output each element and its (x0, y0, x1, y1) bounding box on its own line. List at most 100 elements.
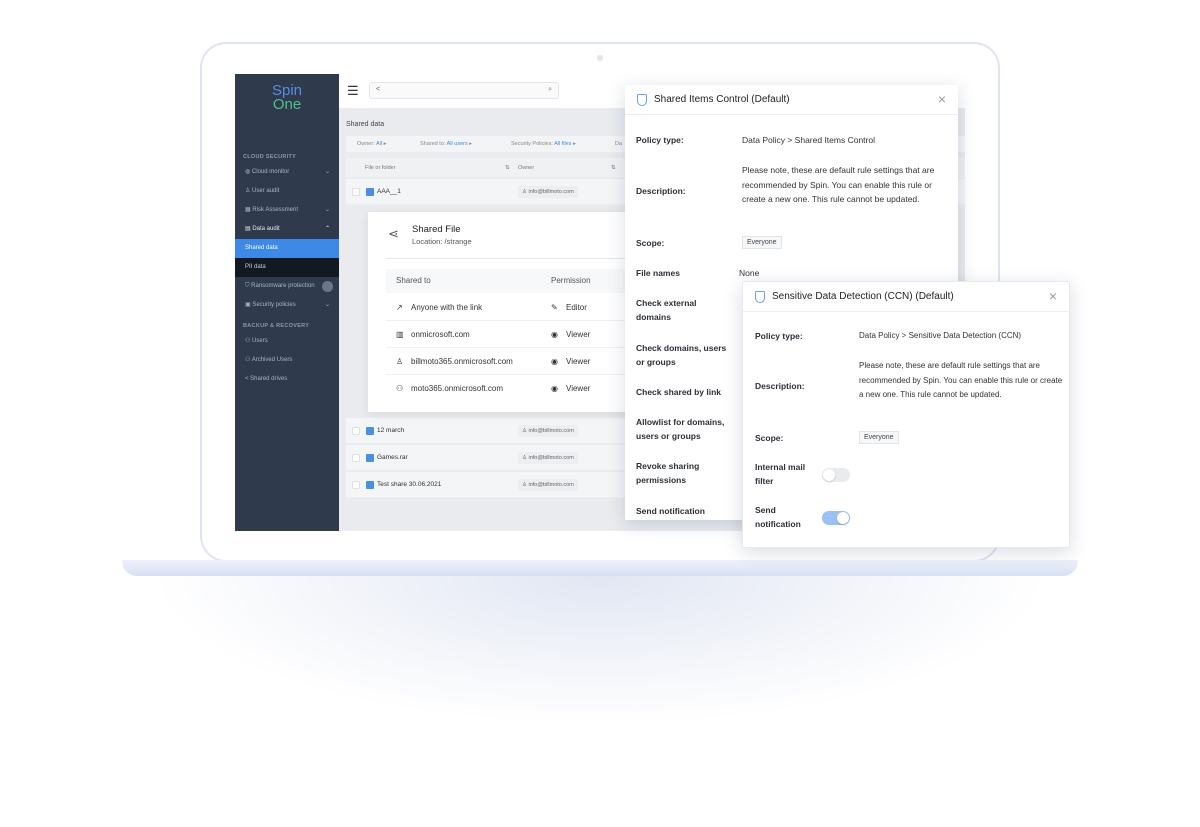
permission[interactable]: Viewer (566, 321, 590, 348)
allowlist-label: Allowlist for domains, users or groups (636, 417, 725, 441)
sidebar-item-user-audit[interactable]: ♙ User audit (235, 182, 339, 201)
check-domains-users-groups-label: Check domains, users or groups (636, 343, 727, 367)
row-checkbox[interactable] (352, 427, 360, 435)
label: Data audit (252, 226, 280, 232)
file-names-label: File names (636, 268, 680, 278)
shared-file-title: Shared File (412, 224, 461, 235)
file-name[interactable]: Test share 30.06.2021 (377, 472, 441, 498)
send-notification-label: Send notification (636, 506, 705, 516)
column-shared-to: Shared to (396, 276, 431, 285)
owner-email: info@billmoto.com (528, 482, 574, 488)
eye-icon: ◉ (551, 384, 558, 393)
share-row[interactable]: ⚇ moto365.onmicrosoft.com ◉ Viewer (386, 375, 636, 402)
sidebar-item-risk-assessment[interactable]: ▦ Risk Assessment ⌄ (235, 201, 339, 220)
sidebar-item-pii-data[interactable]: PII data (235, 258, 339, 277)
logo[interactable]: Spin One (235, 83, 339, 112)
owner-chip: ♙ info@billmoto.com (518, 425, 578, 437)
file-name[interactable]: AAA__1 (377, 179, 401, 205)
permission[interactable]: Viewer (566, 348, 590, 375)
sidebar-item-cloud-monitor[interactable]: ◍ Cloud monitor ⌄ (235, 163, 339, 182)
share-filter-icon[interactable]: < (376, 86, 380, 93)
description-value: Please note, these are default rule sett… (859, 361, 1063, 399)
description-label: Description: (755, 381, 805, 391)
sidebar-item-shared-drives[interactable]: < Shared drives (235, 370, 339, 389)
description-value: Please note, these are default rule sett… (742, 165, 935, 204)
policy-type-label: Policy type: (636, 135, 684, 145)
user-icon: ♙ (396, 357, 404, 366)
column-file[interactable]: File or folder (365, 158, 396, 178)
internal-mail-filter-label: Internal mail filter (755, 462, 806, 486)
filter-label: Shared to: (420, 141, 446, 147)
group-icon: ⚇ (396, 384, 404, 393)
filter-date[interactable]: Da (615, 136, 622, 152)
file-icon (366, 481, 374, 489)
sidebar-item-security-policies[interactable]: ▣ Security policies ⌄ (235, 296, 339, 315)
label: Security policies (252, 302, 296, 308)
file-name[interactable]: Games.rar (377, 445, 408, 471)
sort-icon[interactable]: ⇅ (611, 158, 616, 178)
row-checkbox[interactable] (352, 481, 360, 489)
owner-chip: ♙ info@billmoto.com (518, 479, 578, 491)
sidebar: Spin One CLOUD SECURITY ◍ Cloud monitor ⌄ … (235, 74, 339, 531)
search-icon[interactable]: ⌕ (548, 86, 552, 94)
page-title: Shared data (346, 121, 385, 128)
sensitive-data-detection-modal: Sensitive Data Detection (CCN) (Default)… (742, 281, 1070, 548)
owner-chip: ♙ info@billmoto.com (518, 186, 578, 198)
internal-mail-filter-toggle[interactable] (822, 468, 850, 482)
column-permission: Permission (551, 276, 591, 285)
label: Risk Assessment (252, 207, 299, 213)
owner-chip: ♙ info@billmoto.com (518, 452, 578, 464)
share-target: onmicrosoft.com (411, 330, 470, 339)
owner-email: info@billmoto.com (528, 428, 574, 434)
badge (322, 281, 333, 292)
share-target: billmoto365.onmicrosoft.com (411, 357, 513, 366)
filter-value: All users (446, 141, 468, 147)
sidebar-item-ransomware-protection[interactable]: ⛉ Ransomware protection (235, 277, 339, 296)
policy-type-value: Data Policy > Shared Items Control (742, 135, 875, 145)
check-external-domains-label: Check external domains (636, 298, 697, 322)
shared-file-location: Location: /strange (412, 237, 472, 246)
link-icon: ↗ (396, 303, 403, 312)
shared-file-panel: ⋖ Shared File Location: /strange Shared … (368, 212, 638, 412)
share-icon: ⋖ (388, 226, 399, 241)
row-checkbox[interactable] (352, 188, 360, 196)
revoke-sharing-label: Revoke sharing permissions (636, 461, 700, 485)
file-name[interactable]: 12 march (377, 418, 404, 444)
filter-security-policies[interactable]: Security Policies: All files ▸ (511, 136, 576, 152)
sidebar-item-users[interactable]: ⚇ Users (235, 332, 339, 351)
share-row[interactable]: ▥ onmicrosoft.com ◉ Viewer (386, 321, 636, 348)
share-row[interactable]: ♙ billmoto365.onmicrosoft.com ◉ Viewer (386, 348, 636, 375)
shared-to-header: Shared to Permission (386, 269, 636, 293)
close-icon[interactable]: × (1049, 288, 1057, 304)
modal-header: Shared Items Control (Default) × (625, 85, 958, 115)
send-notification-toggle[interactable] (822, 511, 850, 525)
filter-label: Owner: (357, 141, 375, 147)
label: PII data (245, 264, 266, 270)
column-owner[interactable]: Owner (518, 158, 534, 178)
eye-icon: ◉ (551, 357, 558, 366)
sidebar-item-archived-users[interactable]: ⚇ Archived Users (235, 351, 339, 370)
permission[interactable]: Viewer (566, 375, 590, 402)
file-names-value: None (739, 268, 760, 278)
description-label: Description: (636, 186, 686, 196)
sidebar-item-shared-data[interactable]: Shared data (235, 239, 339, 258)
filter-value: All files (554, 141, 572, 147)
shield-icon (755, 291, 765, 303)
toggle-knob (823, 469, 835, 481)
send-notification-label: Send notification (755, 505, 801, 529)
modal-title: Shared Items Control (Default) (654, 94, 790, 105)
sidebar-item-data-audit[interactable]: ▤ Data audit ⌃ (235, 220, 339, 239)
filter-shared-to[interactable]: Shared to: All users ▸ (420, 136, 472, 152)
close-icon[interactable]: × (938, 91, 946, 107)
chevron-down-icon: ⌄ (324, 302, 330, 308)
share-target: moto365.onmicrosoft.com (411, 384, 504, 393)
permission[interactable]: Editor (566, 294, 587, 321)
search-input[interactable]: < ⌕ (369, 82, 559, 99)
modal-title: Sensitive Data Detection (CCN) (Default) (772, 291, 954, 302)
row-checkbox[interactable] (352, 454, 360, 462)
share-row[interactable]: ↗ Anyone with the link ✎ Editor (386, 294, 636, 321)
sort-icon[interactable]: ⇅ (505, 158, 510, 178)
hamburger-menu-icon[interactable]: ☰ (347, 84, 359, 97)
filter-owner[interactable]: Owner: All ▸ (357, 136, 386, 152)
chevron-up-icon: ⌃ (324, 226, 330, 232)
